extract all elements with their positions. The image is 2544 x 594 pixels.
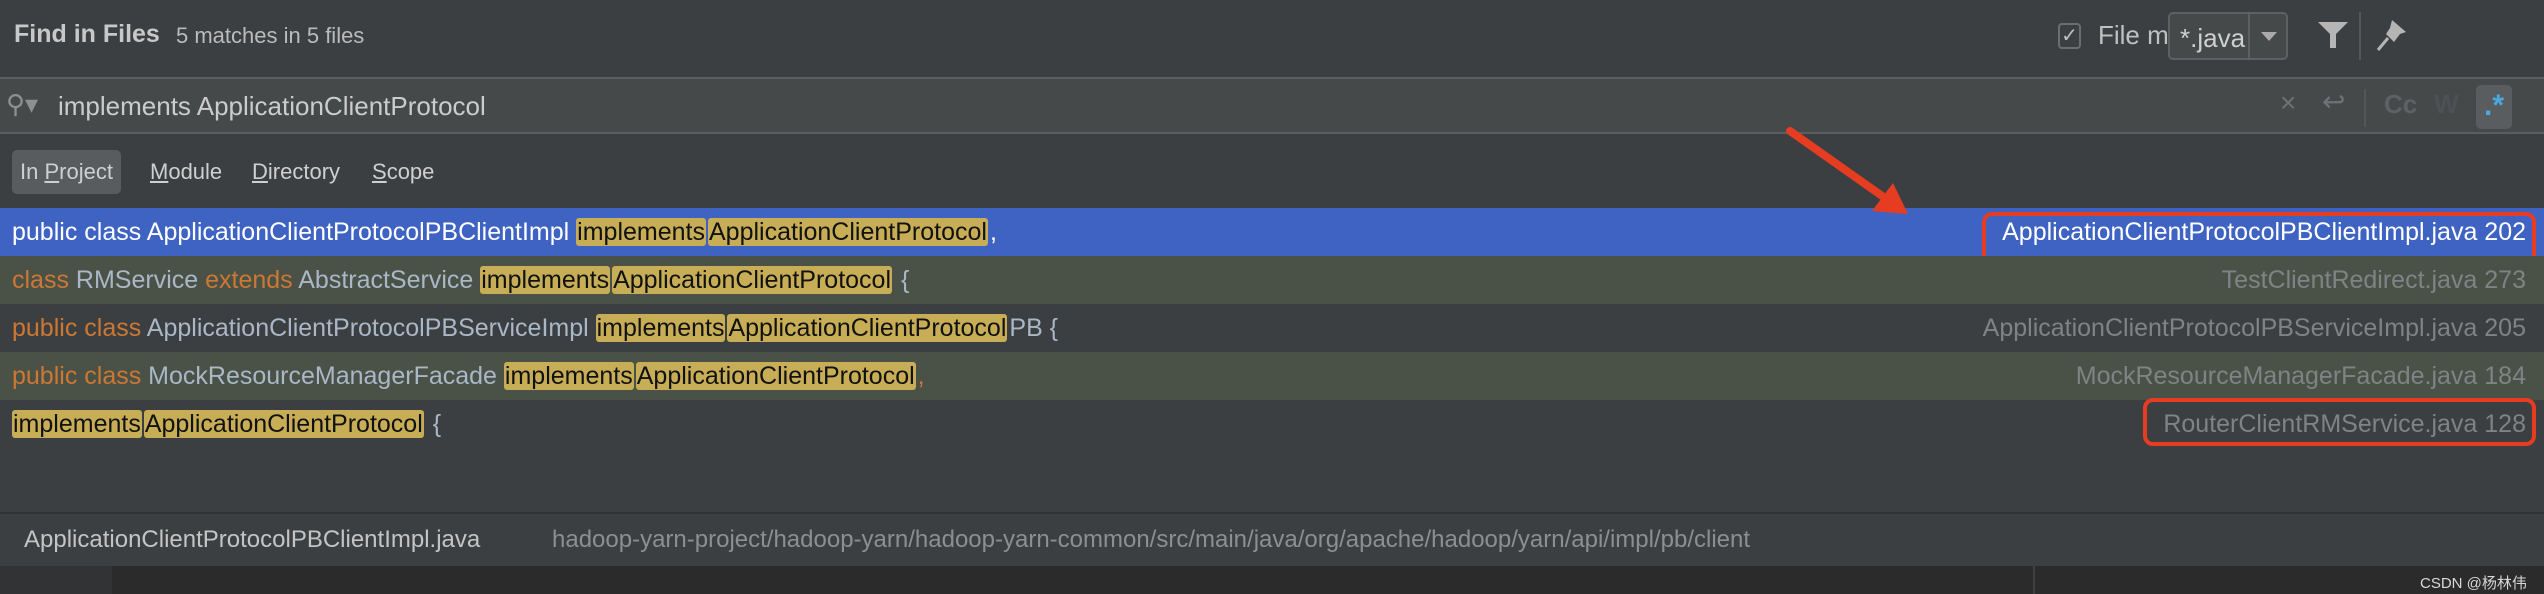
scope-tab-label: S (372, 159, 387, 184)
match-highlight: ApplicationClientProtocol (635, 362, 916, 390)
match-highlight: implements (503, 362, 634, 390)
match-highlight: implements (12, 410, 142, 438)
match-highlight: implements (480, 266, 611, 294)
scope-tab-label: In (20, 159, 45, 184)
result-code: implements ApplicationClientProtocol { (12, 400, 441, 448)
scope-tabs: In Project Module Directory Scope (0, 136, 2544, 208)
match-highlight: ApplicationClientProtocol (708, 218, 988, 246)
annotation-box (2143, 398, 2536, 446)
match-case-button[interactable]: Cc (2384, 89, 2417, 120)
scope-tab-label: irectory (267, 159, 341, 184)
search-icon[interactable]: ⚲▾ (6, 89, 38, 120)
match-highlight: ApplicationClientProtocol (143, 410, 424, 438)
scope-tab-label: P (44, 159, 60, 184)
code-token: class (12, 266, 76, 294)
result-file-location: TestClientRedirect.java 273 (2221, 266, 2526, 294)
scope-tab-label: M (150, 159, 169, 184)
editor-gutter (0, 566, 112, 594)
file-mask-checkbox[interactable]: ✓ (2058, 23, 2081, 49)
code-token: PB { (1009, 314, 1059, 342)
preview-header: ApplicationClientProtocolPBClientImpl.ja… (0, 512, 2544, 566)
match-highlight: implements (595, 314, 726, 342)
result-row[interactable]: public class MockResourceManagerFacade i… (0, 352, 2544, 400)
whole-words-button[interactable]: W (2434, 89, 2459, 120)
preview-file-name: ApplicationClientProtocolPBClientImpl.ja… (24, 526, 481, 553)
result-row[interactable]: public class ApplicationClientProtocolPB… (0, 208, 2544, 268)
scope-tab[interactable]: In Project (12, 150, 121, 194)
match-highlight: ApplicationClientProtocol (612, 266, 893, 294)
code-token: AbstractService (298, 266, 481, 294)
result-file-location: MockResourceManagerFacade.java 184 (2075, 362, 2526, 390)
scope-tab-label: roject (59, 159, 113, 184)
pin-icon[interactable] (2376, 20, 2406, 52)
code-token: , (917, 362, 925, 390)
result-row[interactable]: implements ApplicationClientProtocol {Rou… (0, 398, 2544, 448)
file-mask-value[interactable]: *.java (2180, 23, 2245, 54)
result-row[interactable]: public class ApplicationClientProtocolPB… (0, 304, 2544, 352)
result-code: public class ApplicationClientProtocolPB… (12, 208, 997, 256)
preview-file-path: hadoop-yarn-project/hadoop-yarn/hadoop-y… (552, 526, 1751, 553)
divider (2033, 566, 2035, 594)
code-token: MockResourceManagerFacade (148, 362, 504, 390)
scope-tab[interactable]: Module (142, 150, 230, 194)
watermark: CSDN @杨林伟 (2420, 575, 2527, 592)
match-highlight: implements (576, 218, 706, 246)
result-file-location: ApplicationClientProtocolPBServiceImpl.j… (1982, 314, 2526, 342)
close-icon[interactable]: × (2280, 87, 2296, 119)
search-bar: ⚲▾ × ↩ Cc W .* (0, 77, 2544, 134)
result-code: public class MockResourceManagerFacade i… (12, 352, 925, 400)
code-token: { (894, 266, 910, 294)
scope-tab[interactable]: Scope (364, 150, 442, 194)
regex-button[interactable]: .* (2476, 85, 2512, 129)
scope-tab[interactable]: Directory (244, 150, 348, 194)
dialog-title: Find in Files (14, 20, 160, 48)
scope-tab-label: cope (386, 159, 435, 184)
find-in-files-header: Find in Files 5 matches in 5 files ✓ Fil… (0, 0, 2544, 76)
divider (2364, 89, 2366, 127)
scope-tab-label: D (252, 159, 268, 184)
code-token: public class (12, 314, 147, 342)
code-token: , (989, 218, 997, 246)
file-mask-combobox[interactable]: *.java (2168, 12, 2288, 60)
search-input[interactable] (58, 86, 1658, 126)
scope-tab-label: odule (168, 159, 223, 184)
code-token: RMService (75, 266, 206, 294)
divider (2359, 12, 2361, 60)
result-row[interactable]: class RMService extends AbstractService … (0, 256, 2544, 304)
filter-icon[interactable] (2318, 22, 2348, 48)
code-token: public class ApplicationClientProtocolPB… (12, 218, 577, 246)
code-token: { (425, 410, 442, 438)
match-highlight: ApplicationClientProtocol (727, 314, 1008, 342)
result-code: class RMService extends AbstractService … (12, 256, 909, 304)
code-token: extends (205, 266, 299, 294)
chevron-down-icon[interactable] (2248, 14, 2286, 58)
code-token: public class (12, 362, 149, 390)
result-code: public class ApplicationClientProtocolPB… (12, 304, 1058, 352)
match-summary: 5 matches in 5 files (176, 23, 365, 48)
newline-icon[interactable]: ↩ (2322, 85, 2345, 118)
editor-preview: CSDN @杨林伟 (0, 566, 2544, 594)
code-token: ApplicationClientProtocolPBServiceImpl (146, 314, 596, 342)
